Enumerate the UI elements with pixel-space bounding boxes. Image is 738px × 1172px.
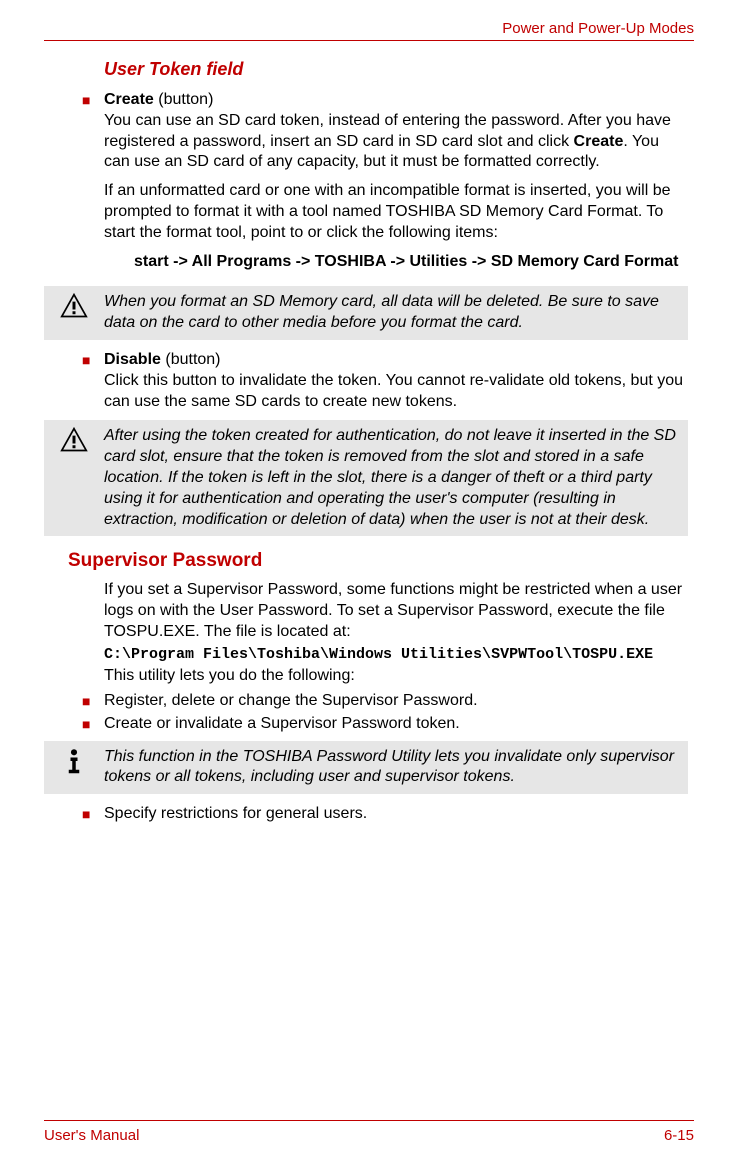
- info-text: This function in the TOSHIBA Password Ut…: [104, 745, 682, 791]
- create-para-1: Create (button) You can use an SD card t…: [104, 90, 688, 173]
- create-para-2: If an unformatted card or one with an in…: [104, 181, 688, 243]
- disable-label: Disable: [104, 351, 161, 368]
- bullet-text: Specify restrictions for general users.: [104, 804, 688, 825]
- section-user-token-title: User Token field: [104, 59, 688, 80]
- bullet-text: Create or invalidate a Supervisor Passwo…: [104, 714, 688, 735]
- bullet-create: ■ Create (button) You can use an SD card…: [82, 90, 688, 280]
- warning-icon: [44, 424, 104, 454]
- bullet-create-token: ■ Create or invalidate a Supervisor Pass…: [82, 714, 688, 735]
- bullet-icon: ■: [82, 714, 104, 735]
- warning-icon: [44, 290, 104, 320]
- warning-format-text: When you format an SD Memory card, all d…: [104, 290, 682, 336]
- create-inline-bold: Create: [574, 133, 624, 150]
- footer-page: 6-15: [664, 1127, 694, 1144]
- disable-text: Click this button to invalidate the toke…: [104, 372, 683, 410]
- create-label: Create: [104, 91, 154, 108]
- warning-token-text: After using the token created for authen…: [104, 424, 682, 532]
- disable-para: Disable (button) Click this button to in…: [104, 350, 688, 412]
- warning-format: When you format an SD Memory card, all d…: [44, 286, 688, 340]
- supervisor-para-1: If you set a Supervisor Password, some f…: [104, 580, 688, 642]
- warning-token: After using the token created for authen…: [44, 420, 688, 536]
- bullet-register: ■ Register, delete or change the Supervi…: [82, 691, 688, 712]
- disable-suffix: (button): [161, 351, 221, 368]
- info-icon: [44, 745, 104, 775]
- bullet-icon: ■: [82, 691, 104, 712]
- bullet-disable: ■ Disable (button) Click this button to …: [82, 350, 688, 414]
- info-callout: This function in the TOSHIBA Password Ut…: [44, 741, 688, 795]
- footer-left: User's Manual: [44, 1127, 139, 1144]
- bullet-icon: ■: [82, 90, 104, 280]
- format-tool-path: start -> All Programs -> TOSHIBA -> Util…: [134, 252, 688, 273]
- chapter-header: Power and Power-Up Modes: [44, 20, 694, 41]
- bullet-icon: ■: [82, 804, 104, 825]
- chapter-title: Power and Power-Up Modes: [502, 20, 694, 37]
- bullet-body: Create (button) You can use an SD card t…: [104, 90, 688, 280]
- supervisor-para-2: This utility lets you do the following:: [104, 666, 688, 687]
- bullet-icon: ■: [82, 350, 104, 414]
- create-suffix: (button): [154, 91, 214, 108]
- supervisor-path: C:\Program Files\Toshiba\Windows Utiliti…: [104, 645, 688, 665]
- section-supervisor-title: Supervisor Password: [68, 550, 688, 572]
- page-footer: User's Manual 6-15: [44, 1120, 694, 1144]
- page-content: User Token field ■ Create (button) You c…: [44, 59, 694, 825]
- bullet-body: Disable (button) Click this button to in…: [104, 350, 688, 414]
- bullet-text: Register, delete or change the Superviso…: [104, 691, 688, 712]
- bullet-restrictions: ■ Specify restrictions for general users…: [82, 804, 688, 825]
